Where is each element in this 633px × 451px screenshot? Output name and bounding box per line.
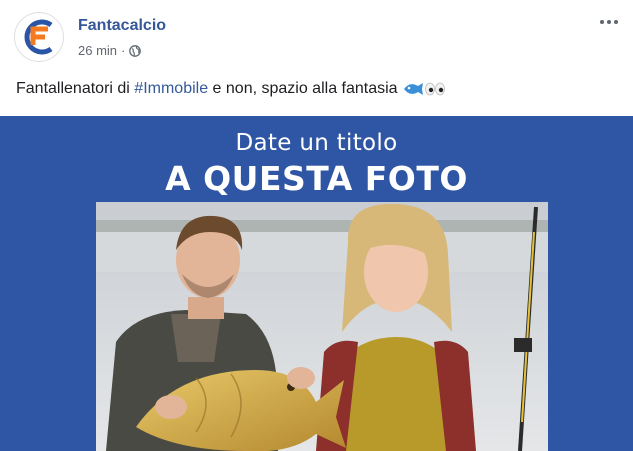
globe-icon[interactable] (129, 44, 142, 57)
eyes-icon (425, 82, 445, 96)
meta-separator: · (121, 43, 126, 58)
more-dot-icon (607, 20, 611, 24)
fish-icon (404, 83, 424, 95)
more-options-button[interactable] (597, 14, 621, 30)
fantacalcio-logo-icon (16, 14, 62, 60)
page-avatar[interactable] (14, 12, 64, 62)
caption-text-before: Fantallenatori di (16, 80, 135, 98)
image-headline-line1: Date un titolo (235, 130, 398, 156)
image-headline-line2: A QUESTA FOTO (165, 159, 468, 198)
hashtag-immobile-link[interactable]: #Immobile (134, 80, 208, 97)
post-image[interactable]: Date un titolo A QUESTA FOTO (0, 116, 633, 451)
page-name-link[interactable]: Fantacalcio (78, 17, 166, 35)
more-dot-icon (614, 20, 618, 24)
caption-text-after: e non, spazio alla fantasia (208, 80, 403, 98)
fishing-photo (96, 202, 548, 451)
more-dot-icon (600, 20, 604, 24)
post-timestamp[interactable]: 26 min (78, 43, 117, 58)
post-caption: Fantallenatori di #Immobile e non, spazi… (16, 80, 446, 98)
post-meta: 26 min · (78, 43, 142, 58)
facebook-post: Fantacalcio 26 min · Fantallenatori di #… (0, 0, 633, 451)
